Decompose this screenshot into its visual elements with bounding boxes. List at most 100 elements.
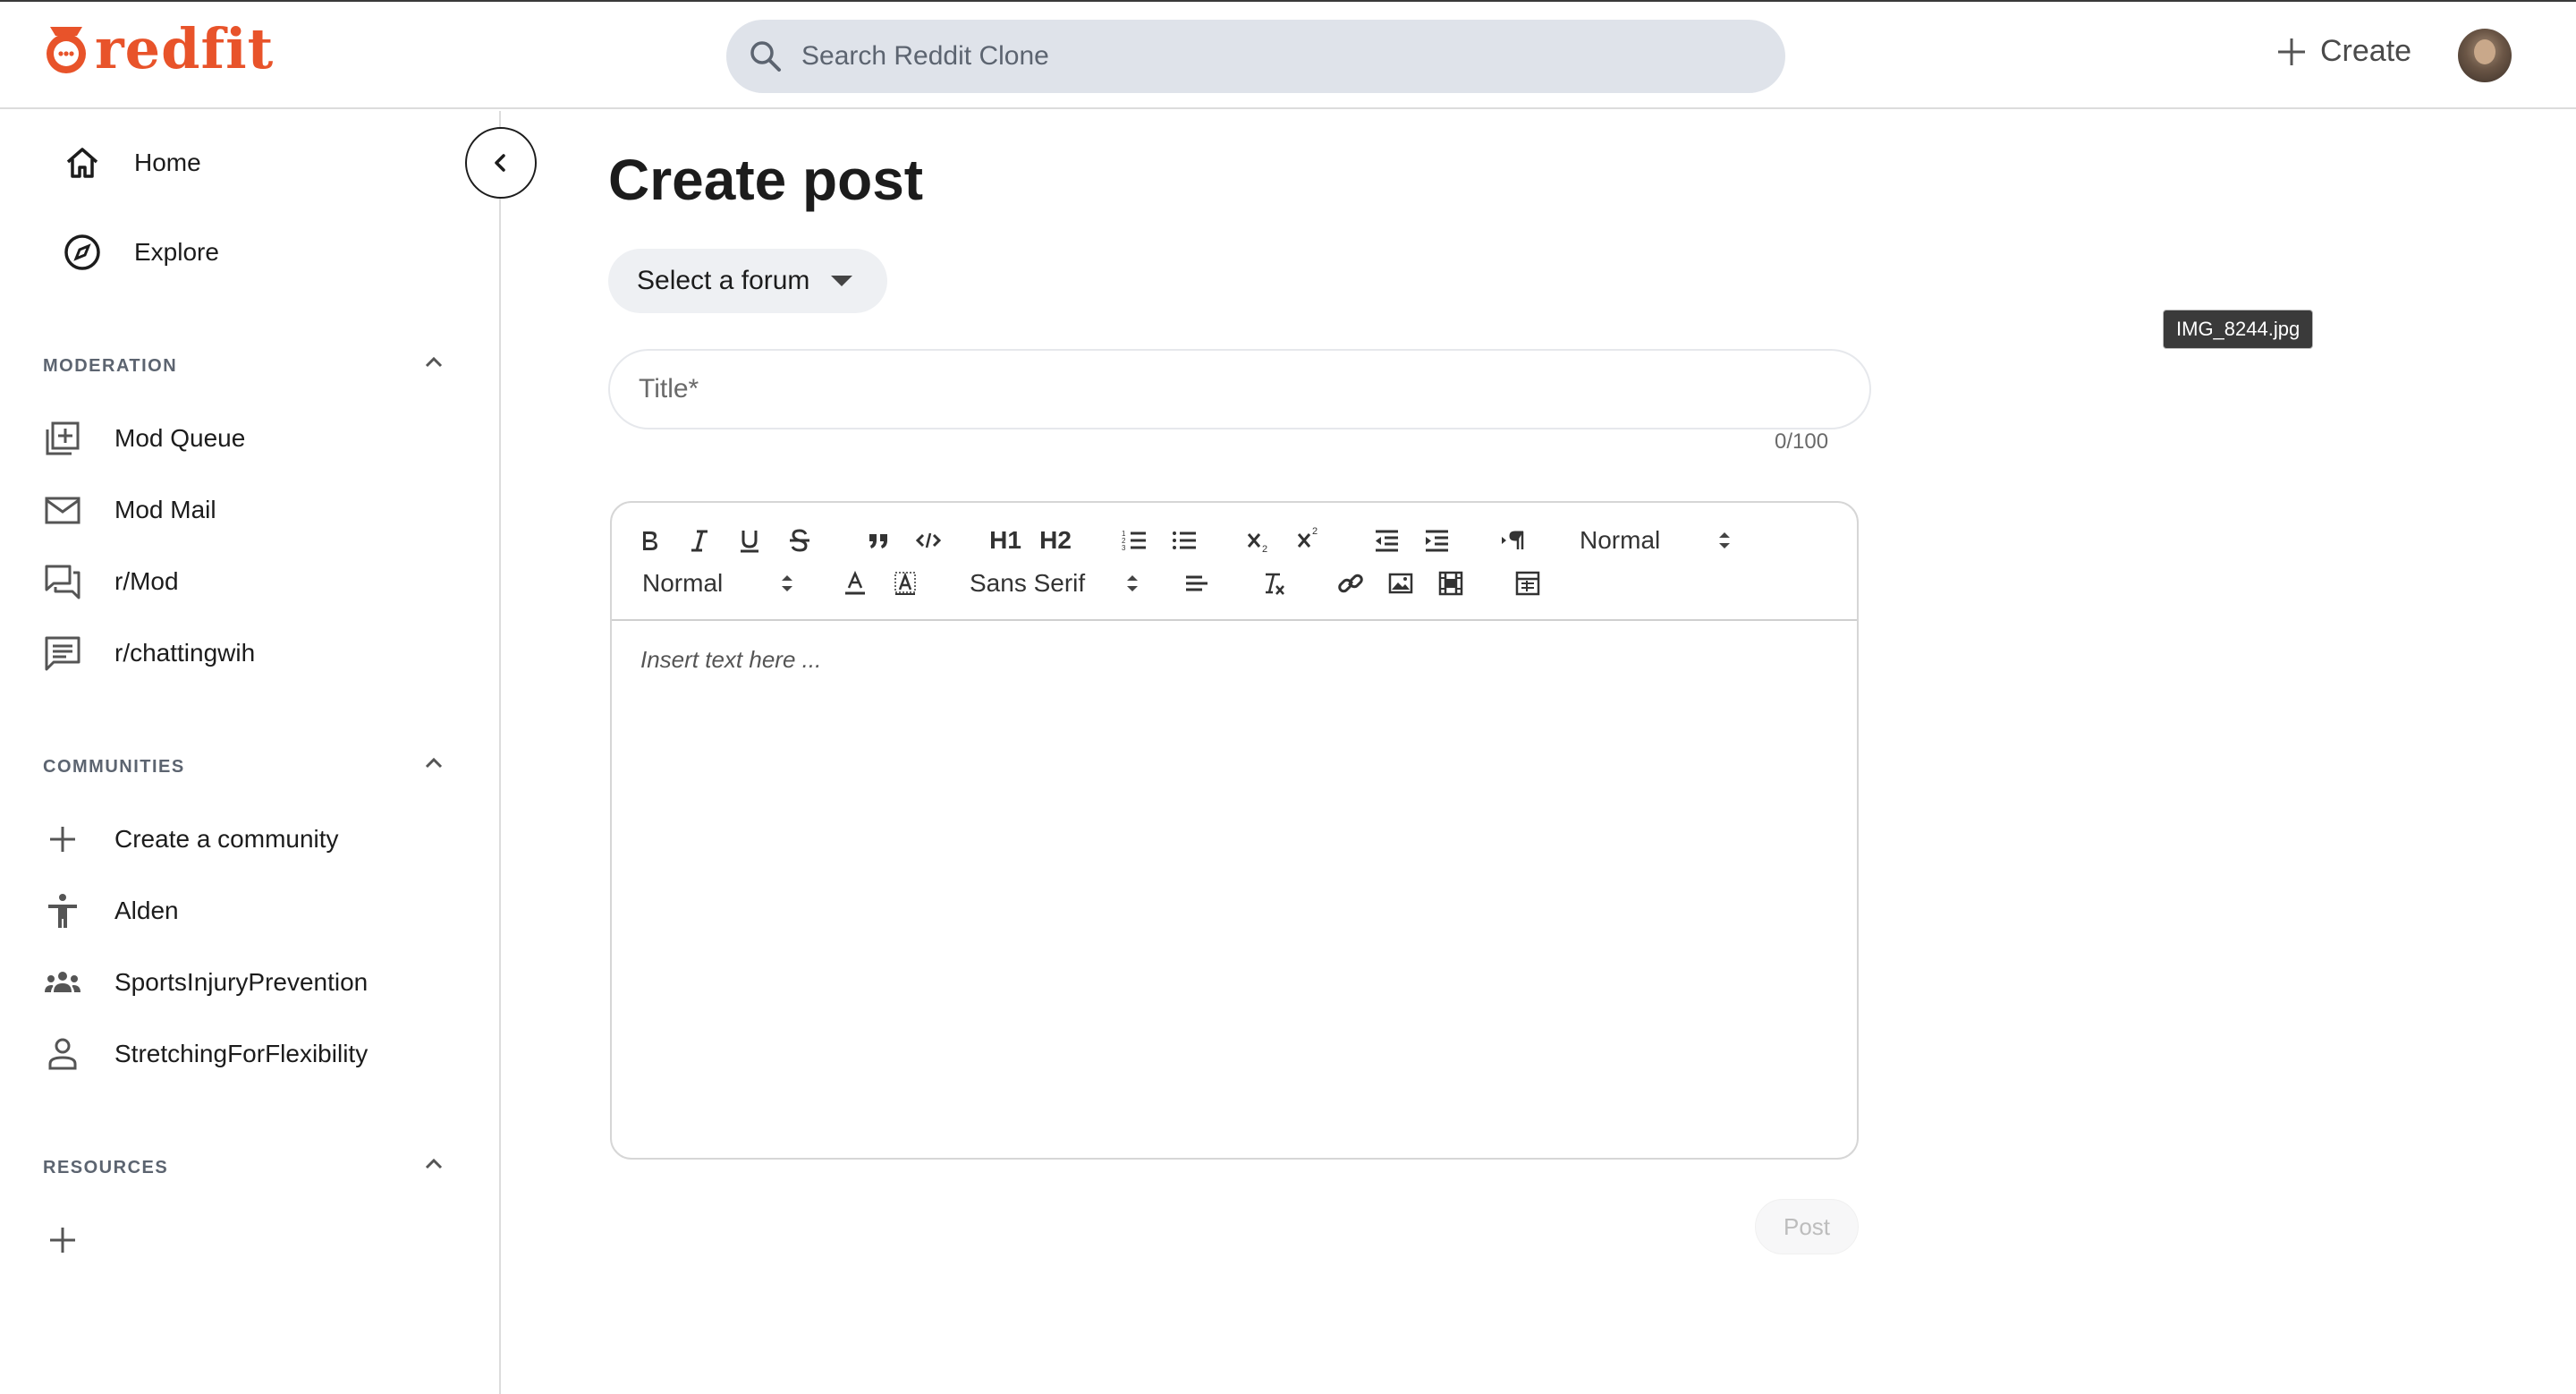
caret-down-icon: [831, 276, 853, 286]
sidebar-item-r-mod[interactable]: r/Mod: [43, 562, 179, 601]
editor-toolbar: H1 H2 123 2 2 Normal Normal Sans Serif: [612, 503, 1857, 621]
heading-1-button[interactable]: H1: [986, 524, 1025, 557]
sidebar-item-label: Mod Queue: [114, 424, 246, 452]
text-color-button[interactable]: [839, 567, 871, 599]
bold-button[interactable]: [633, 524, 665, 557]
title-field[interactable]: [608, 349, 1871, 429]
svg-text:2: 2: [1312, 526, 1318, 537]
blockquote-button[interactable]: [862, 524, 894, 557]
clear-format-icon: [1266, 573, 1284, 595]
size-select[interactable]: Normal: [642, 565, 821, 601]
outdent-icon: [1376, 530, 1398, 552]
user-avatar[interactable]: [2458, 29, 2512, 82]
chevron-up-icon[interactable]: [420, 1151, 447, 1177]
image-icon: [1388, 573, 1413, 594]
sidebar-item-mod-queue[interactable]: Mod Queue: [43, 419, 245, 458]
file-tooltip: IMG_8244.jpg: [2163, 310, 2314, 349]
background-color-button[interactable]: [889, 567, 921, 599]
svg-text:3: 3: [1122, 544, 1126, 552]
logo-icon: [47, 27, 86, 73]
sidebar-item-r-chattingwih[interactable]: r/chattingwih: [43, 633, 255, 673]
heading-2-label: H2: [1039, 526, 1072, 554]
post-button[interactable]: Post: [1755, 1199, 1859, 1254]
indent-button[interactable]: [1420, 524, 1453, 557]
sidebar-item-label: Explore: [134, 238, 219, 266]
superscript-button[interactable]: 2: [1293, 523, 1326, 555]
search-bar[interactable]: [726, 20, 1785, 93]
page-title: Create post: [608, 148, 924, 212]
sidebar-item-stretchingforflexibility[interactable]: StretchingForFlexibility: [43, 1034, 368, 1074]
clear-format-button[interactable]: [1258, 567, 1290, 599]
link-icon: [1338, 574, 1363, 593]
queue-add-icon: [46, 421, 80, 455]
code-block-button[interactable]: [912, 524, 945, 557]
image-button[interactable]: [1385, 567, 1417, 599]
editor-content[interactable]: Insert text here ...: [612, 623, 1857, 1158]
video-button[interactable]: [1435, 567, 1467, 599]
heading-2-button[interactable]: H2: [1036, 524, 1075, 557]
sidebar-item-label: r/Mod: [114, 567, 179, 595]
person-icon: [48, 1038, 77, 1070]
link-button[interactable]: [1335, 567, 1367, 599]
title-input[interactable]: [639, 374, 1801, 404]
bold-icon: [643, 531, 657, 550]
table-icon: [1515, 571, 1540, 596]
sidebar-item-label: r/chattingwih: [114, 639, 256, 667]
sidebar-item-alden[interactable]: Alden: [43, 891, 179, 931]
italic-icon: [691, 530, 708, 552]
header-select[interactable]: Normal: [1580, 523, 1758, 558]
quote-icon: [869, 534, 887, 548]
chevron-left-icon: [495, 154, 505, 172]
plus-icon: [50, 827, 75, 852]
create-button[interactable]: Create: [2275, 34, 2411, 69]
logo[interactable]: redfit: [41, 21, 274, 77]
rich-text-editor: H1 H2 123 2 2 Normal Normal Sans Serif I…: [610, 501, 1859, 1160]
select-arrows-icon: [782, 575, 792, 591]
underline-button[interactable]: [733, 524, 766, 557]
forum-select[interactable]: Select a forum: [608, 249, 887, 313]
indent-icon: [1426, 530, 1448, 552]
sidebar-item-explore[interactable]: Explore: [63, 233, 219, 272]
ordered-list-button[interactable]: 123: [1118, 524, 1150, 557]
plus-icon: [2278, 38, 2305, 65]
forum-icon: [45, 565, 80, 599]
group-icon: [45, 972, 80, 992]
chevron-up-icon[interactable]: [420, 750, 447, 777]
sidebar-item-add-resource[interactable]: [43, 1220, 82, 1260]
bullet-list-button[interactable]: [1168, 524, 1200, 557]
header-select-label: Normal: [1580, 526, 1661, 554]
align-left-icon: [1186, 575, 1208, 591]
chevron-up-icon[interactable]: [420, 349, 447, 376]
create-button-label: Create: [2320, 34, 2412, 68]
sidebar: Home Explore MODERATION Mod Queue Mod Ma…: [0, 111, 501, 1394]
paragraph-direction-icon: [1502, 531, 1524, 549]
font-select[interactable]: Sans Serif: [970, 565, 1166, 601]
table-button[interactable]: [1512, 567, 1544, 599]
sidebar-item-home[interactable]: Home: [63, 143, 201, 183]
moderation-section-title: MODERATION: [43, 356, 178, 376]
editor-placeholder: Insert text here ...: [640, 646, 822, 673]
sidebar-item-mod-mail[interactable]: Mod Mail: [43, 490, 216, 530]
compass-icon: [64, 234, 100, 270]
superscript-icon: 2: [1297, 526, 1318, 548]
align-button[interactable]: [1181, 567, 1213, 599]
code-icon: [915, 532, 942, 548]
font-select-label: Sans Serif: [970, 569, 1086, 597]
text-direction-button[interactable]: [1497, 524, 1530, 557]
sidebar-item-create-community[interactable]: Create a community: [43, 820, 339, 859]
select-arrows-icon: [1127, 575, 1138, 591]
italic-button[interactable]: [683, 524, 716, 557]
strikethrough-icon: [790, 529, 809, 552]
sidebar-item-label: Mod Mail: [114, 496, 216, 523]
search-input[interactable]: [801, 41, 1606, 72]
collapse-sidebar-button[interactable]: [465, 127, 537, 199]
plus-icon: [50, 1228, 75, 1253]
strikethrough-button[interactable]: [784, 524, 816, 557]
outdent-button[interactable]: [1370, 524, 1402, 557]
sidebar-item-sportsinjuryprevention[interactable]: SportsInjuryPrevention: [43, 963, 368, 1002]
communities-section-title: COMMUNITIES: [43, 757, 185, 777]
subscript-icon: 2: [1247, 533, 1267, 554]
subscript-button[interactable]: 2: [1243, 524, 1275, 557]
background-color-icon: [894, 572, 916, 595]
sidebar-item-label: Alden: [114, 897, 179, 924]
